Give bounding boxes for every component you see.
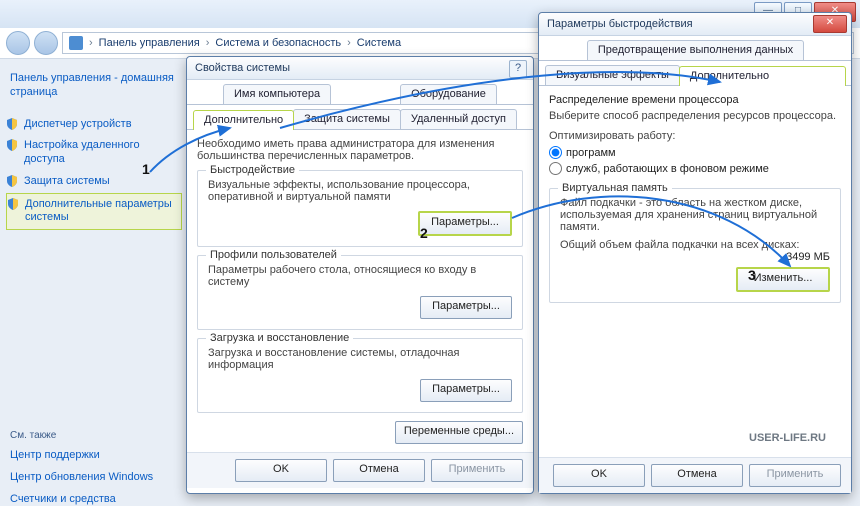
sidebar-item-advanced-system-settings[interactable]: Дополнительные параметры системы (6, 193, 182, 231)
startup-recovery-group: Загрузка и восстановление Загрузка и вос… (197, 338, 523, 413)
env-vars-button[interactable]: Переменные среды... (395, 421, 523, 444)
performance-settings-button[interactable]: Параметры... (418, 211, 512, 236)
step-number-2: 2 (420, 226, 428, 240)
sidebar-item-label: Диспетчер устройств (24, 118, 132, 130)
tab-computer-name[interactable]: Имя компьютера (223, 84, 331, 104)
sched-heading: Распределение времени процессора (549, 94, 841, 106)
crumb-3[interactable]: Система (357, 37, 401, 49)
tab-visual-effects[interactable]: Визуальные эффекты (545, 65, 680, 85)
radio-input[interactable] (549, 146, 562, 159)
ok-button[interactable]: OK (235, 459, 327, 482)
system-properties-dialog: Свойства системы ? Имя компьютера Оборуд… (186, 56, 534, 494)
see-also-heading: См. также (10, 430, 182, 441)
tabstrip-row1: Предотвращение выполнения данных (539, 36, 851, 61)
cancel-button[interactable]: Отмена (333, 459, 425, 482)
performance-options-dialog: Параметры быстродействия ✕ Предотвращени… (538, 12, 852, 494)
cp-home-link[interactable]: Панель управления - домашняя страница (6, 68, 182, 104)
chevron-right-icon: › (89, 37, 93, 49)
step-number-1: 1 (142, 162, 150, 176)
tabstrip-row2: Визуальные эффекты Дополнительно (539, 61, 851, 86)
admin-note: Необходимо иметь права администратора дл… (197, 138, 523, 162)
user-profiles-group: Профили пользователей Параметры рабочего… (197, 255, 523, 330)
group-legend: Загрузка и восстановление (206, 332, 353, 344)
sidebar-item-label: Дополнительные параметры системы (25, 198, 172, 224)
step-number-3: 3 (748, 268, 756, 282)
crumb-2[interactable]: Система и безопасность (215, 37, 341, 49)
group-legend: Быстродействие (206, 164, 299, 176)
sidebar-item-perf-tools[interactable]: Счетчики и средства производительности (6, 489, 182, 506)
dialog-title: Свойства системы (195, 62, 290, 74)
startup-text: Загрузка и восстановление системы, отлад… (208, 347, 512, 371)
sched-optimize-label: Оптимизировать работу: (549, 130, 841, 142)
vmem-total-label: Общий объем файла подкачки на всех диска… (560, 239, 799, 251)
sidebar-item-remote-settings[interactable]: Настройка удаленного доступа (6, 135, 182, 171)
sidebar-item-label: Защита системы (24, 175, 110, 187)
nav-back-icon[interactable] (6, 31, 30, 55)
performance-text: Визуальные эффекты, использование процес… (208, 179, 512, 203)
group-legend: Профили пользователей (206, 249, 341, 261)
shield-icon (6, 175, 18, 187)
sidebar-item-label: Настройка удаленного доступа (24, 139, 140, 165)
virtual-memory-group: Виртуальная память Файл подкачки - это о… (549, 188, 841, 303)
profiles-settings-button[interactable]: Параметры... (420, 296, 512, 319)
crumb-1[interactable]: Панель управления (99, 37, 200, 49)
sidebar-item-system-protection[interactable]: Защита системы (6, 171, 182, 193)
control-panel-sidebar: Панель управления - домашняя страница Ди… (6, 68, 182, 496)
tab-advanced[interactable]: Дополнительно (679, 66, 846, 86)
cancel-button[interactable]: Отмена (651, 464, 743, 487)
apply-button[interactable]: Применить (749, 464, 841, 487)
sidebar-item-device-manager[interactable]: Диспетчер устройств (6, 114, 182, 136)
tab-dep[interactable]: Предотвращение выполнения данных (587, 40, 804, 60)
tabstrip-row1: Имя компьютера Оборудование (187, 80, 533, 105)
dialog-buttons: OK Отмена Применить (539, 457, 851, 493)
control-panel-icon (69, 36, 83, 50)
shield-icon (6, 118, 18, 130)
dialog-title: Параметры быстродействия (547, 18, 693, 30)
vmem-total-value: 3499 МБ (786, 251, 830, 263)
dialog-buttons: OK Отмена Применить (187, 452, 533, 488)
sidebar-item-action-center[interactable]: Центр поддержки (6, 445, 182, 467)
dialog-caption: Параметры быстродействия ✕ (539, 13, 851, 36)
close-button[interactable]: ✕ (813, 15, 847, 33)
tabstrip-row2: Дополнительно Защита системы Удаленный д… (187, 105, 533, 130)
startup-settings-button[interactable]: Параметры... (420, 379, 512, 402)
watermark: USER-LIFE.RU (749, 432, 826, 444)
sched-text: Выберите способ распределения ресурсов п… (549, 110, 841, 122)
sidebar-item-windows-update[interactable]: Центр обновления Windows (6, 467, 182, 489)
help-button[interactable]: ? (509, 60, 527, 78)
profiles-text: Параметры рабочего стола, относящиеся ко… (208, 264, 512, 288)
nav-forward-icon[interactable] (34, 31, 58, 55)
radio-input[interactable] (549, 162, 562, 175)
ok-button[interactable]: OK (553, 464, 645, 487)
group-legend: Виртуальная память (558, 182, 672, 194)
apply-button[interactable]: Применить (431, 459, 523, 482)
performance-group: Быстродействие Визуальные эффекты, испол… (197, 170, 523, 247)
radio-programs[interactable]: программ (549, 146, 616, 159)
vmem-text: Файл подкачки - это область на жестком д… (560, 197, 830, 233)
tab-advanced[interactable]: Дополнительно (193, 110, 294, 130)
tab-system-protection[interactable]: Защита системы (293, 109, 401, 129)
chevron-right-icon: › (206, 37, 210, 49)
shield-icon (6, 139, 18, 151)
shield-icon (7, 198, 19, 210)
chevron-right-icon: › (347, 37, 351, 49)
radio-services[interactable]: служб, работающих в фоновом режиме (549, 162, 769, 175)
tab-remote[interactable]: Удаленный доступ (400, 109, 517, 129)
dialog-caption: Свойства системы ? (187, 57, 533, 80)
tab-hardware[interactable]: Оборудование (400, 84, 497, 104)
